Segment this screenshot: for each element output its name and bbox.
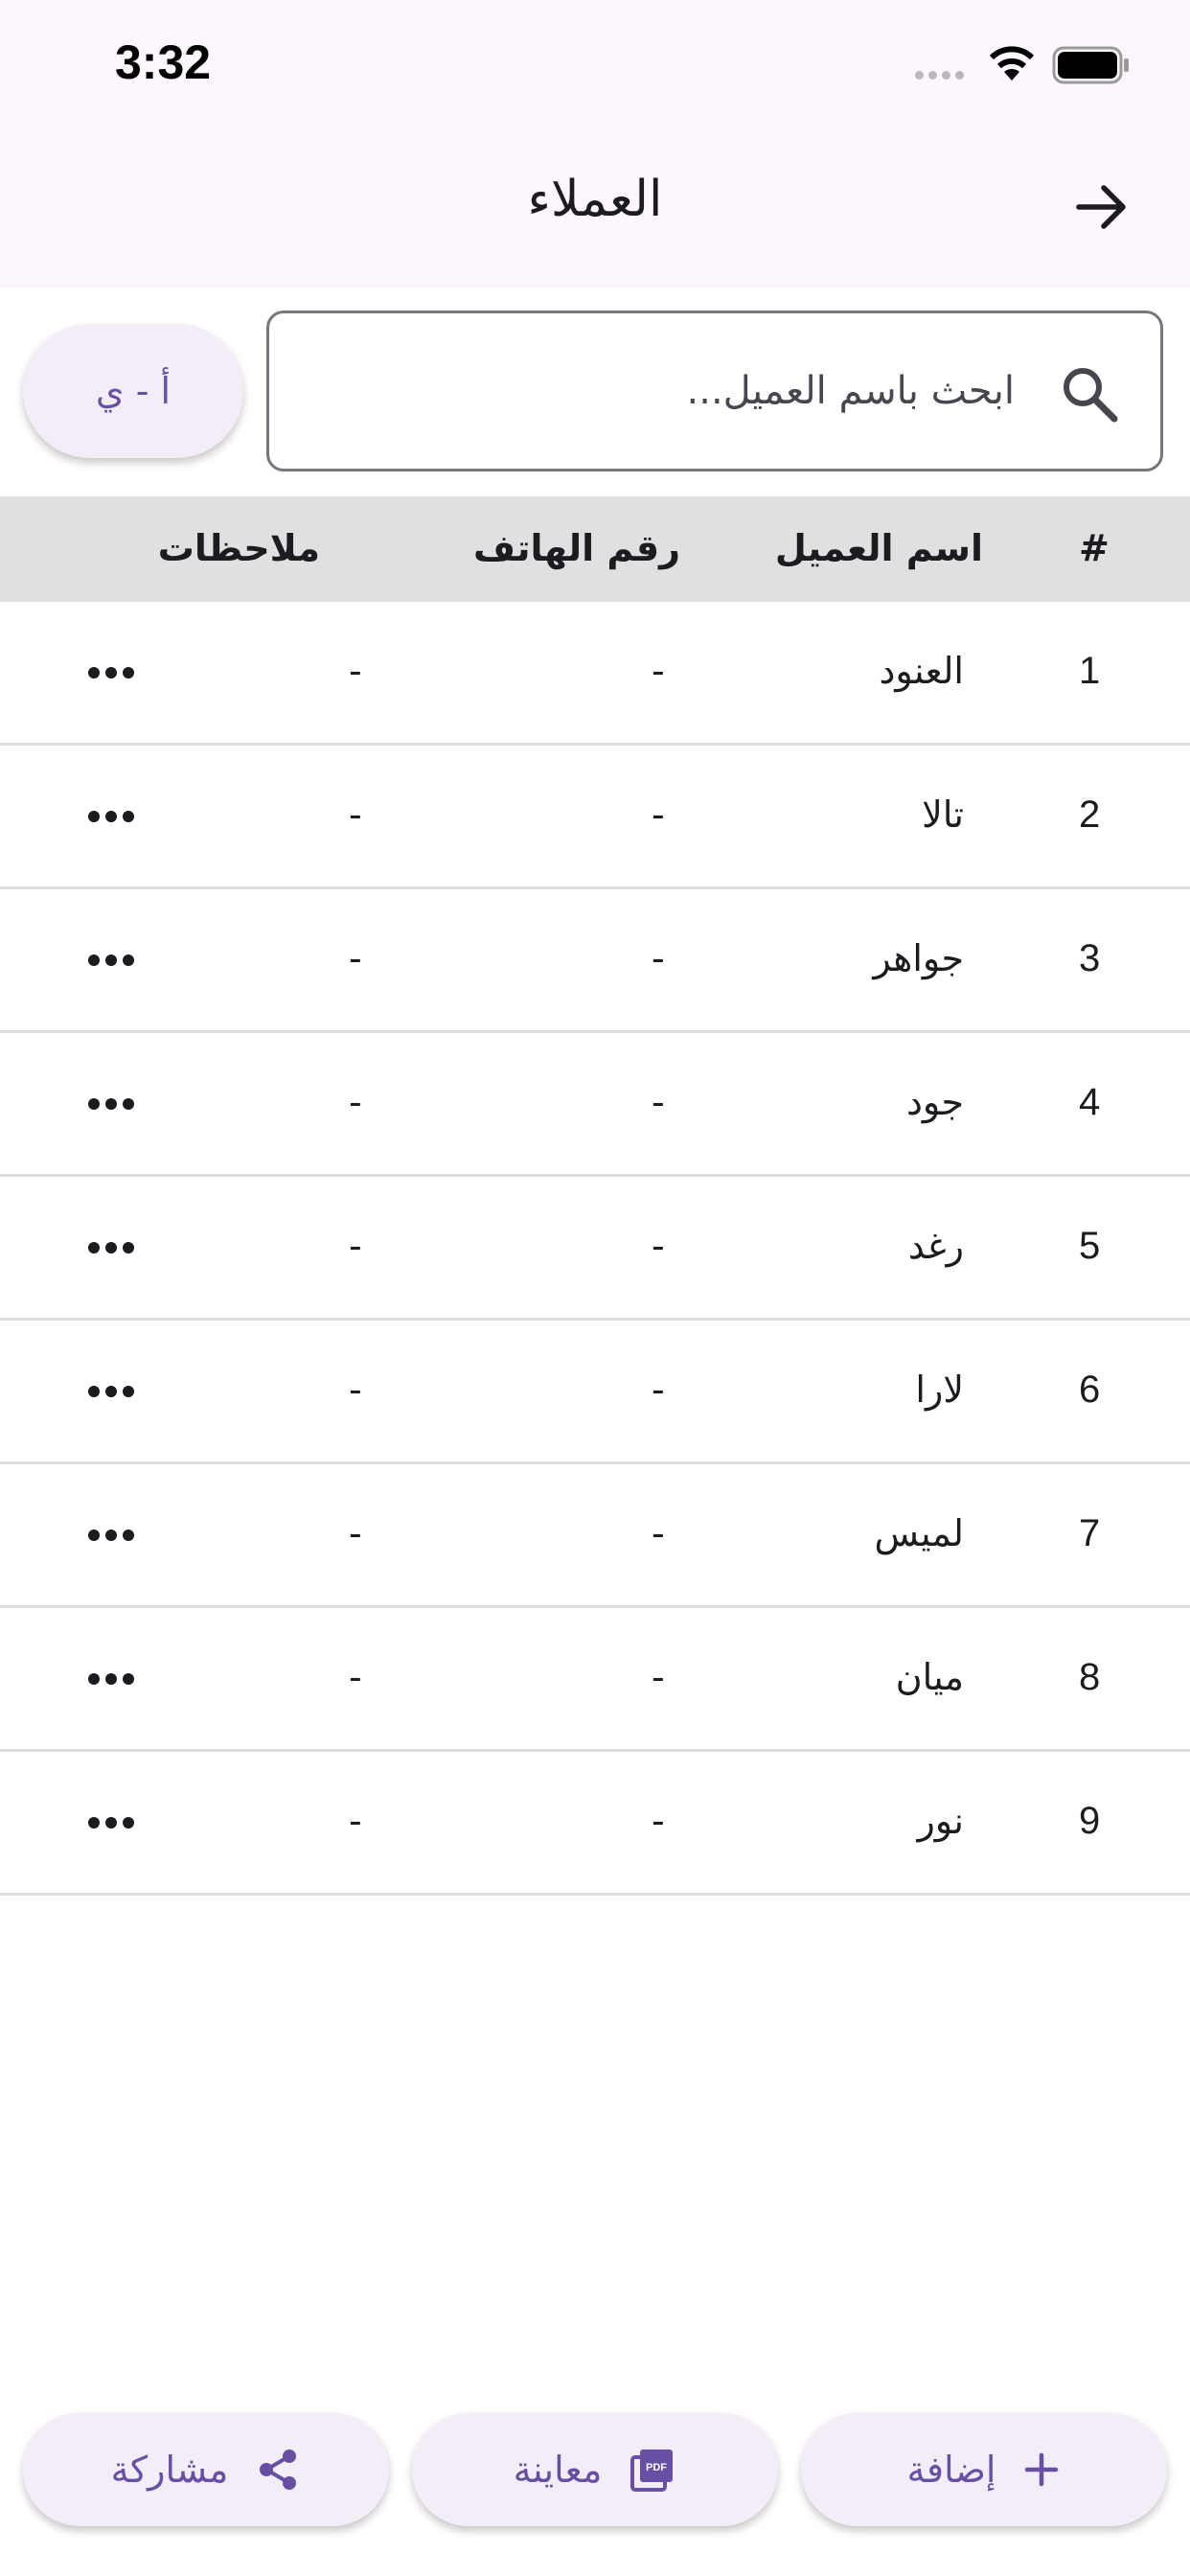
row-index: 6 [1079, 1368, 1101, 1411]
row-index: 2 [1079, 794, 1101, 836]
row-index: 5 [1079, 1225, 1101, 1267]
customer-name: تالا [922, 794, 964, 836]
table-row[interactable]: 1 العنود - - [0, 602, 1190, 746]
customer-phone: - [652, 650, 665, 692]
customer-name: نور [917, 1800, 964, 1842]
row-index: 4 [1079, 1081, 1101, 1123]
customer-phone: - [652, 937, 665, 979]
customer-phone: - [652, 1081, 665, 1123]
customer-notes: - [349, 1656, 362, 1698]
customer-name: لميس [874, 1512, 964, 1554]
share-icon [260, 2450, 297, 2490]
plus-icon [1025, 2452, 1059, 2487]
more-options-icon[interactable] [88, 1225, 140, 1271]
more-options-icon[interactable] [88, 1656, 140, 1702]
row-index: 3 [1079, 937, 1101, 979]
cellular-signal-icon [915, 71, 964, 80]
preview-button-label: معاينة [513, 2449, 603, 2491]
customer-phone: - [652, 794, 665, 836]
customer-phone: - [652, 1656, 665, 1698]
customer-notes: - [349, 937, 362, 979]
preview-button[interactable]: PDF معاينة [412, 2413, 778, 2526]
row-index: 1 [1079, 650, 1101, 692]
customer-notes: - [349, 650, 362, 692]
column-header-notes: ملاحظات [157, 527, 320, 569]
battery-icon [1052, 46, 1129, 84]
customer-name: رغد [907, 1225, 964, 1267]
table-row[interactable]: 2 تالا - - [0, 746, 1190, 889]
table-row[interactable]: 7 لميس - - [0, 1464, 1190, 1608]
add-button[interactable]: إضافة [801, 2413, 1167, 2526]
sort-button[interactable]: أ - ي [23, 324, 243, 458]
table-row[interactable]: 4 جود - - [0, 1033, 1190, 1177]
more-options-icon[interactable] [88, 794, 140, 840]
more-options-icon[interactable] [88, 937, 140, 983]
customer-notes: - [349, 1512, 362, 1554]
page-title: العملاء [527, 171, 663, 228]
table-row[interactable]: 8 ميان - - [0, 1608, 1190, 1752]
share-button[interactable]: مشاركة [23, 2413, 389, 2526]
search-placeholder: ابحث باسم العميل... [686, 369, 1015, 413]
more-options-icon[interactable] [88, 1081, 140, 1127]
row-index: 9 [1079, 1800, 1101, 1842]
more-options-icon[interactable] [88, 1512, 140, 1558]
customer-name: ميان [895, 1656, 964, 1698]
more-options-icon[interactable] [88, 650, 140, 696]
more-options-icon[interactable] [88, 1800, 140, 1846]
status-time: 3:32 [115, 35, 212, 89]
row-index: 8 [1079, 1656, 1101, 1698]
customer-name: جواهر [873, 937, 964, 979]
customer-name: لارا [915, 1368, 964, 1411]
customer-notes: - [349, 1800, 362, 1842]
pdf-icon: PDF [630, 2450, 674, 2492]
row-index: 7 [1079, 1512, 1101, 1554]
customer-phone: - [652, 1512, 665, 1554]
customer-name: جود [905, 1081, 964, 1123]
search-input[interactable]: ابحث باسم العميل... [266, 310, 1163, 472]
customer-phone: - [652, 1800, 665, 1842]
table-header: # اسم العميل رقم الهاتف ملاحظات [0, 496, 1190, 602]
customer-notes: - [349, 1225, 362, 1267]
customer-notes: - [349, 1368, 362, 1411]
column-header-index: # [1079, 527, 1110, 569]
more-options-icon[interactable] [88, 1368, 140, 1414]
pdf-icon-text: PDF [646, 2462, 667, 2473]
table-row[interactable]: 3 جواهر - - [0, 889, 1190, 1033]
table-row[interactable]: 5 رغد - - [0, 1177, 1190, 1321]
back-arrow-icon[interactable] [1071, 176, 1133, 238]
customer-phone: - [652, 1225, 665, 1267]
share-button-label: مشاركة [110, 2449, 229, 2491]
app-bar: 3:32 العملاء [0, 0, 1190, 288]
table-row[interactable]: 6 لارا - - [0, 1321, 1190, 1464]
table-row[interactable]: 9 نور - - [0, 1752, 1190, 1896]
column-header-phone: رقم الهاتف [473, 527, 680, 569]
customer-phone: - [652, 1368, 665, 1411]
column-header-name: اسم العميل [774, 527, 983, 569]
add-button-label: إضافة [906, 2449, 996, 2491]
wifi-icon [989, 46, 1035, 80]
search-icon [1064, 368, 1118, 423]
customer-notes: - [349, 1081, 362, 1123]
customer-name: العنود [879, 650, 965, 692]
customer-notes: - [349, 794, 362, 836]
